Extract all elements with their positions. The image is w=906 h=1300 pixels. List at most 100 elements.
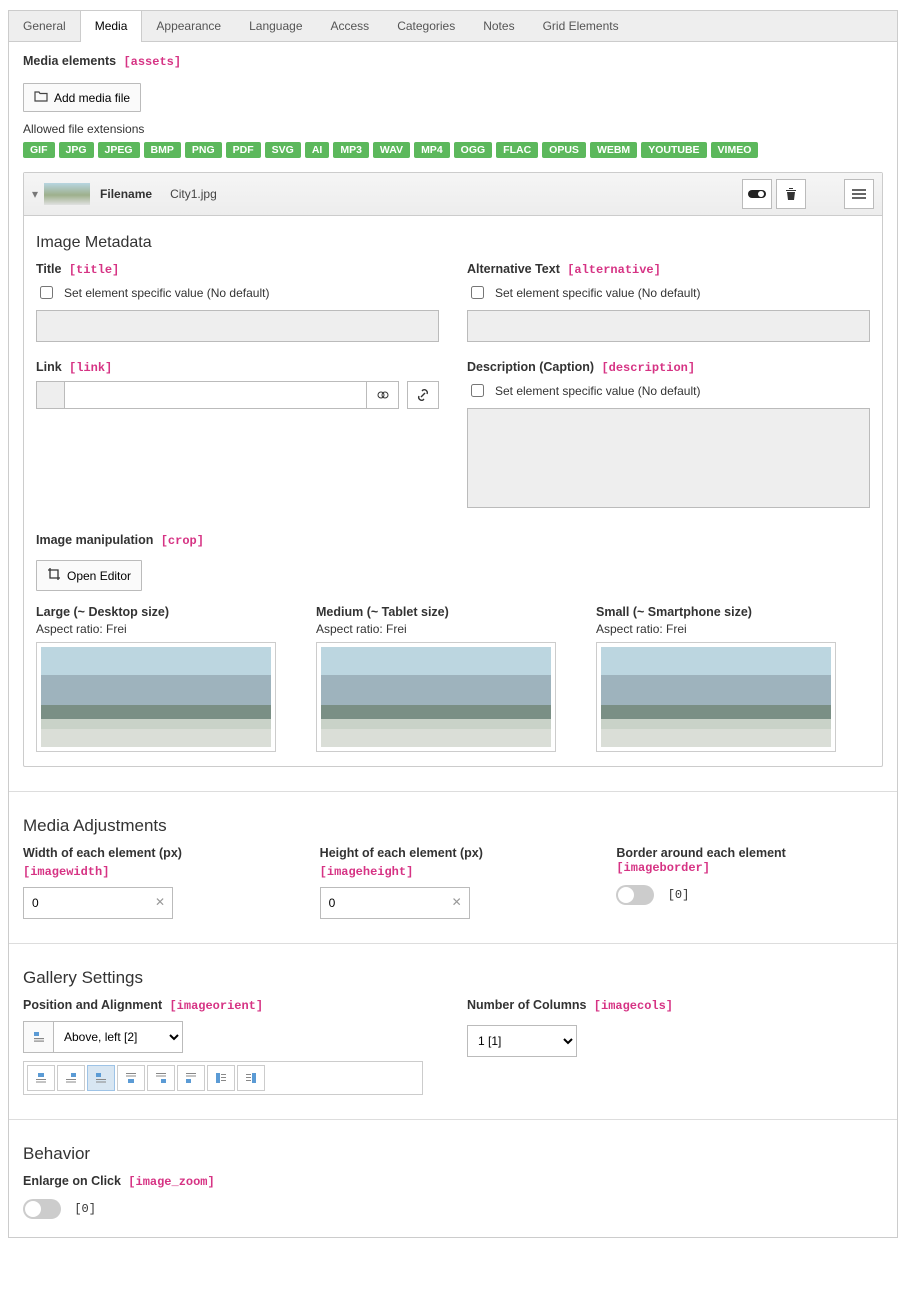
link-browser-button[interactable]: [407, 381, 439, 409]
cols-code: [imagecols]: [594, 999, 673, 1013]
alt-label: Alternative Text: [467, 262, 560, 276]
crop-preview[interactable]: [596, 642, 836, 752]
pos-label: Position and Alignment: [23, 998, 162, 1012]
ext-webm: WEBM: [590, 142, 637, 158]
tab-media[interactable]: Media: [80, 11, 143, 42]
crop-variant-2: Small (~ Smartphone size)Aspect ratio: F…: [596, 605, 846, 752]
crop-title: Large (~ Desktop size): [36, 605, 286, 619]
cols-select[interactable]: 1 [1]: [467, 1025, 577, 1057]
clear-icon[interactable]: ✕: [155, 895, 165, 909]
link-icon: [416, 388, 430, 402]
toggle-visibility-button[interactable]: [742, 179, 772, 209]
crop-variants: Large (~ Desktop size) Aspect ratio: Frei…: [36, 605, 870, 752]
tab-appearance[interactable]: Appearance: [142, 11, 235, 41]
ext-opus: OPUS: [542, 142, 586, 158]
pos-code: [imageorient]: [169, 999, 263, 1013]
pos-option-7[interactable]: [207, 1065, 235, 1091]
height-input[interactable]: [320, 887, 470, 919]
alt-input[interactable]: [467, 310, 870, 342]
pos-option-4[interactable]: [117, 1065, 145, 1091]
drag-icon: [852, 189, 866, 199]
zoom-value: [0]: [74, 1202, 96, 1216]
tab-categories[interactable]: Categories: [383, 11, 469, 41]
link-wizard-button[interactable]: [367, 381, 399, 409]
border-value: [0]: [668, 888, 690, 902]
border-label: Border around each element: [616, 846, 786, 860]
ext-png: PNG: [185, 142, 222, 158]
tab-grid-elements[interactable]: Grid Elements: [529, 11, 633, 41]
pos-option-6[interactable]: [177, 1065, 205, 1091]
width-code: [imagewidth]: [23, 865, 109, 879]
pos-option-1[interactable]: [27, 1065, 55, 1091]
metadata-heading: Image Metadata: [36, 234, 870, 252]
file-thumbnail: [44, 183, 90, 205]
open-editor-button[interactable]: Open Editor: [36, 560, 142, 591]
desc-input[interactable]: [467, 408, 870, 508]
manip-label: Image manipulation: [36, 533, 153, 547]
desc-label: Description (Caption): [467, 360, 594, 374]
ext-gif: GIF: [23, 142, 55, 158]
media-elements-label: Media elements [assets]: [23, 54, 883, 69]
crop-aspect: Aspect ratio: Frei: [316, 622, 566, 636]
link-input[interactable]: [64, 381, 367, 409]
collapse-icon[interactable]: ▾: [32, 187, 38, 201]
title-override-check[interactable]: Set element specific value (No default): [36, 283, 439, 302]
height-code: [imageheight]: [320, 865, 414, 879]
tab-language[interactable]: Language: [235, 11, 316, 41]
ext-vimeo: VIMEO: [711, 142, 759, 158]
eye-toggle-icon: [748, 188, 766, 200]
pos-icon-row: [23, 1061, 423, 1095]
pos-preview-icon: [23, 1021, 53, 1053]
alt-override-check[interactable]: Set element specific value (No default): [467, 283, 870, 302]
file-header[interactable]: ▾ Filename City1.jpg: [24, 173, 882, 216]
crop-variant-1: Medium (~ Tablet size)Aspect ratio: Frei: [316, 605, 566, 752]
pos-option-3[interactable]: [87, 1065, 115, 1091]
width-input[interactable]: [23, 887, 173, 919]
ext-youtube: YOUTUBE: [641, 142, 706, 158]
crop-preview[interactable]: [36, 642, 276, 752]
pos-select[interactable]: Above, left [2]: [53, 1021, 183, 1053]
crop-title: Small (~ Smartphone size): [596, 605, 846, 619]
tab-content: Media elements [assets] Add media file A…: [9, 42, 897, 1237]
drag-handle[interactable]: [844, 179, 874, 209]
crop-icon: [47, 567, 61, 584]
zoom-label: Enlarge on Click: [23, 1174, 121, 1188]
title-code: [title]: [69, 263, 119, 277]
tab-notes[interactable]: Notes: [469, 11, 528, 41]
border-toggle[interactable]: [616, 885, 654, 905]
tab-general[interactable]: General: [9, 11, 80, 41]
file-filename: City1.jpg: [170, 187, 217, 201]
trash-icon: [785, 187, 797, 201]
ext-ogg: OGG: [454, 142, 493, 158]
media-panel: General Media Appearance Language Access…: [8, 10, 898, 1238]
tab-access[interactable]: Access: [317, 11, 384, 41]
folder-icon: [34, 90, 48, 105]
add-media-button[interactable]: Add media file: [23, 83, 141, 112]
pos-option-2[interactable]: [57, 1065, 85, 1091]
desc-override-check[interactable]: Set element specific value (No default): [467, 381, 870, 400]
pos-option-5[interactable]: [147, 1065, 175, 1091]
desc-code: [description]: [601, 361, 695, 375]
extension-list: GIFJPGJPEGBMPPNGPDFSVGAIMP3WAVMP4OGGFLAC…: [23, 142, 883, 158]
clear-icon[interactable]: ✕: [452, 895, 462, 909]
ext-flac: FLAC: [496, 142, 538, 158]
zoom-code: [image_zoom]: [128, 1175, 214, 1189]
file-item: ▾ Filename City1.jpg: [23, 172, 883, 767]
crop-aspect: Aspect ratio: Frei: [36, 622, 286, 636]
file-filename-label: Filename: [100, 187, 152, 201]
delete-button[interactable]: [776, 179, 806, 209]
crop-preview[interactable]: [316, 642, 556, 752]
link-prefix-icon: [36, 381, 64, 409]
ext-jpeg: JPEG: [98, 142, 140, 158]
adjust-heading: Media Adjustments: [23, 816, 883, 836]
ext-mp4: MP4: [414, 142, 450, 158]
allowed-ext-label: Allowed file extensions: [23, 122, 883, 136]
gallery-heading: Gallery Settings: [23, 968, 883, 988]
link-label: Link: [36, 360, 62, 374]
zoom-toggle[interactable]: [23, 1199, 61, 1219]
link-code: [link]: [69, 361, 112, 375]
pos-option-8[interactable]: [237, 1065, 265, 1091]
cols-label: Number of Columns: [467, 998, 586, 1012]
ext-pdf: PDF: [226, 142, 261, 158]
title-input[interactable]: [36, 310, 439, 342]
